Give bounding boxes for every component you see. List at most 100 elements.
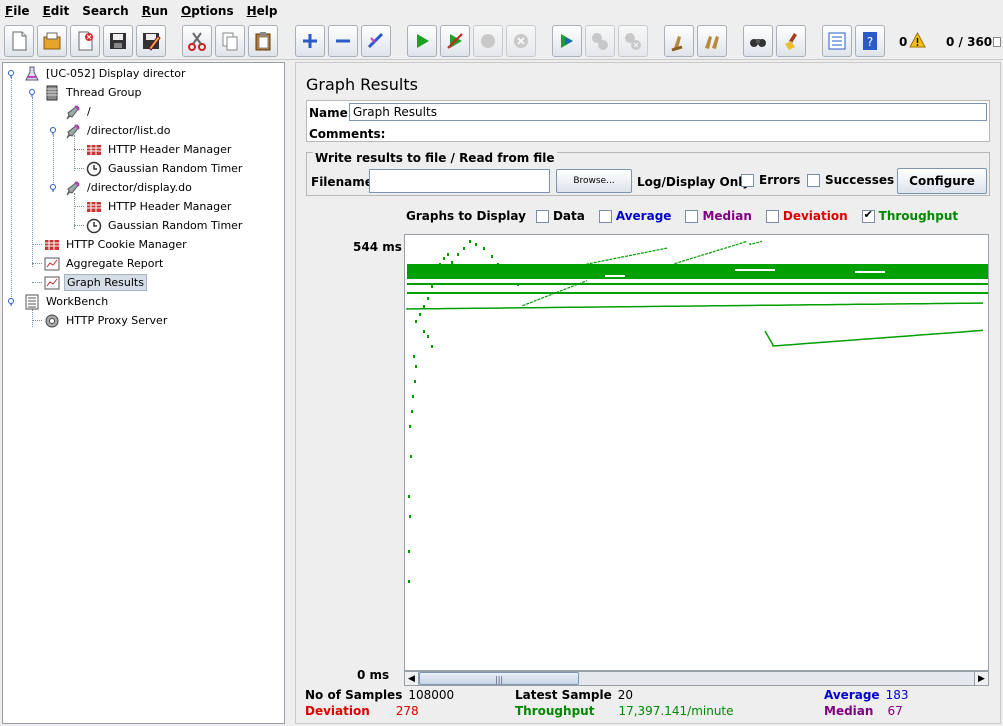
tree-item-graph-results[interactable]: Graph Results — [43, 273, 147, 292]
graph-horizontal-scrollbar[interactable]: ◀ ||| ▶ — [404, 671, 989, 686]
paste-button[interactable] — [248, 25, 278, 57]
reset-search-button[interactable] — [776, 25, 806, 57]
new-button[interactable] — [4, 25, 34, 57]
throughput-trace — [443, 257, 445, 260]
splitter-handle[interactable] — [286, 62, 294, 724]
collapse-button[interactable] — [328, 25, 358, 57]
shutdown-button[interactable] — [506, 25, 536, 57]
successes-label: Successes — [825, 173, 895, 187]
toggle-button[interactable] — [361, 25, 391, 57]
help-button[interactable]: ? — [855, 25, 885, 57]
close-icon — [78, 31, 93, 51]
tree-item-proxy-server[interactable]: HTTP Proxy Server — [43, 311, 169, 330]
tree-item-timer-2[interactable]: Gaussian Random Timer — [85, 216, 244, 235]
configure-button[interactable]: Configure — [897, 168, 987, 194]
remote-shutdown-button[interactable] — [618, 25, 648, 57]
successes-checkbox[interactable] — [807, 173, 820, 187]
stop-icon — [481, 34, 495, 48]
remote-shutdown-icon — [625, 33, 641, 50]
svg-text:?: ? — [867, 35, 873, 49]
function-helper-button[interactable] — [822, 25, 852, 57]
save-as-button[interactable] — [136, 25, 166, 57]
tree-item-header-manager-2[interactable]: HTTP Header Manager — [85, 197, 233, 216]
tree-toggle-icon[interactable] — [48, 182, 58, 192]
start-button[interactable] — [407, 25, 437, 57]
thread-status: 0 / 360 — [946, 35, 993, 49]
thread-group-icon — [43, 84, 61, 102]
graph-option-median[interactable]: Median — [685, 209, 752, 223]
tree-item-thread-group[interactable]: Thread Group — [43, 83, 143, 102]
tree-toggle-icon[interactable] — [6, 68, 16, 78]
clear-button[interactable] — [664, 25, 694, 57]
name-input[interactable]: Graph Results — [349, 103, 987, 121]
menu-edit[interactable]: Edit — [42, 2, 71, 20]
tree-item-test-plan[interactable]: [UC-052] Display director — [23, 64, 188, 83]
throughput-trace — [605, 275, 625, 277]
graphs-to-display-label: Graphs to Display — [406, 209, 526, 223]
stop-button[interactable] — [473, 25, 503, 57]
throughput-trace — [475, 243, 477, 246]
save-button[interactable] — [103, 25, 133, 57]
average-checkbox[interactable] — [598, 209, 612, 223]
menu-search[interactable]: Search — [81, 2, 129, 20]
stat-median: Median 67 — [824, 704, 903, 718]
search-button[interactable] — [743, 25, 773, 57]
report-icon — [43, 274, 61, 292]
expand-button[interactable] — [295, 25, 325, 57]
sampler-icon — [64, 122, 82, 140]
tree-item-timer-1[interactable]: Gaussian Random Timer — [85, 159, 244, 178]
start-no-timers-button[interactable] — [440, 25, 470, 57]
tree-item-display-sampler[interactable]: /director/display.do — [64, 178, 194, 197]
throughput-trace — [413, 355, 415, 358]
successes-option[interactable]: Successes — [807, 173, 894, 187]
expand-icon — [303, 34, 317, 48]
clear-all-button[interactable] — [697, 25, 727, 57]
graph-option-deviation[interactable]: Deviation — [765, 209, 848, 223]
browse-button[interactable]: Browse... — [556, 169, 632, 193]
median-checkbox[interactable] — [685, 209, 699, 223]
tree-toggle-icon[interactable] — [48, 125, 58, 135]
stat-average: Average 183 — [824, 688, 909, 702]
filename-input[interactable] — [369, 169, 550, 193]
throughput-trace — [408, 550, 410, 553]
tree-item-aggregate-report[interactable]: Aggregate Report — [43, 254, 165, 273]
open-button[interactable] — [37, 25, 67, 57]
tree-item-header-manager-1[interactable]: HTTP Header Manager — [85, 140, 233, 159]
toolbar: ? 0 0 / 360 — [0, 22, 1003, 60]
errors-checkbox[interactable] — [741, 173, 754, 187]
throughput-trace — [411, 410, 413, 413]
copy-button[interactable] — [215, 25, 245, 57]
data-checkbox[interactable] — [535, 209, 549, 223]
throughput-checkbox[interactable] — [861, 208, 875, 223]
graph-option-throughput[interactable]: Throughput — [861, 208, 958, 223]
tree-item-cookie-manager[interactable]: HTTP Cookie Manager — [43, 235, 189, 254]
tree-toggle-icon[interactable] — [27, 87, 37, 97]
stat-latest-sample: Latest Sample 20 — [515, 688, 634, 702]
menu-options[interactable]: Options — [180, 2, 235, 20]
cut-button[interactable] — [182, 25, 212, 57]
scroll-right-icon[interactable]: ▶ — [974, 672, 988, 685]
menu-help[interactable]: Help — [246, 2, 279, 20]
remote-start-button[interactable] — [552, 25, 582, 57]
tree-item-root-sampler[interactable]: / — [64, 102, 93, 121]
tree-item-list-sampler[interactable]: /director/list.do — [64, 121, 172, 140]
y-axis-max-label: 544 ms — [353, 240, 402, 254]
save-icon — [110, 33, 126, 49]
tree-item-workbench[interactable]: WorkBench — [23, 292, 110, 311]
scrollbar-thumb[interactable]: ||| — [419, 672, 579, 685]
menu-file[interactable]: File — [4, 2, 31, 20]
close-button[interactable] — [70, 25, 100, 57]
errors-option[interactable]: Errors — [741, 173, 800, 187]
menu-run[interactable]: Run — [141, 2, 169, 20]
deviation-checkbox[interactable] — [765, 209, 779, 223]
workbench-icon — [23, 293, 41, 311]
remote-stop-button[interactable] — [585, 25, 615, 57]
warning-icon[interactable] — [909, 32, 926, 48]
scroll-left-icon[interactable]: ◀ — [405, 672, 419, 685]
graph-option-data[interactable]: Data — [535, 209, 585, 223]
tree-toggle-icon[interactable] — [6, 296, 16, 306]
throughput-trace — [457, 253, 459, 256]
graph-option-average[interactable]: Average — [598, 209, 671, 223]
cut-icon — [188, 32, 206, 51]
throughput-trace — [412, 395, 414, 398]
